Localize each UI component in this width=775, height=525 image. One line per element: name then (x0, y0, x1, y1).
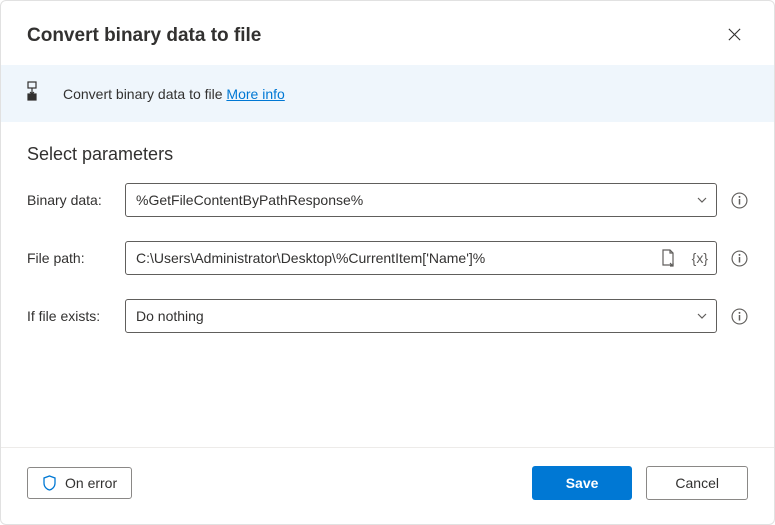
banner-desc: Convert binary data to file (63, 86, 223, 102)
chevron-down-icon[interactable] (688, 300, 716, 332)
file-path-row: File path: {x} (27, 241, 748, 275)
binary-data-input-wrap[interactable] (125, 183, 717, 217)
close-icon (727, 27, 742, 42)
dialog-header: Convert binary data to file (1, 1, 774, 65)
more-info-link[interactable]: More info (226, 86, 284, 102)
footer-buttons: Save Cancel (532, 466, 748, 500)
save-button[interactable]: Save (532, 466, 633, 500)
info-icon[interactable] (731, 250, 748, 267)
banner-text: Convert binary data to file More info (63, 86, 285, 102)
file-path-input[interactable] (126, 244, 652, 272)
if-file-exists-label: If file exists: (27, 308, 117, 324)
if-file-exists-row: If file exists: (27, 299, 748, 333)
if-file-exists-select-wrap[interactable] (125, 299, 717, 333)
content-area: Select parameters Binary data: File path… (1, 122, 774, 447)
file-path-input-wrap[interactable]: {x} (125, 241, 717, 275)
chevron-down-icon[interactable] (688, 184, 716, 216)
dialog-title: Convert binary data to file (27, 25, 261, 47)
binary-data-label: Binary data: (27, 192, 117, 208)
info-banner: Convert binary data to file More info (1, 65, 774, 122)
on-error-button[interactable]: On error (27, 467, 132, 499)
binary-data-row: Binary data: (27, 183, 748, 217)
if-file-exists-select[interactable] (126, 302, 688, 330)
info-icon[interactable] (731, 308, 748, 325)
file-path-label: File path: (27, 250, 117, 266)
dialog-footer: On error Save Cancel (1, 447, 774, 524)
shield-icon (42, 475, 57, 491)
binary-data-input[interactable] (126, 186, 688, 214)
convert-file-icon (27, 81, 45, 106)
close-button[interactable] (721, 21, 748, 51)
on-error-label: On error (65, 475, 117, 491)
info-icon[interactable] (731, 192, 748, 209)
cancel-button[interactable]: Cancel (646, 466, 748, 500)
variable-icon[interactable]: {x} (684, 242, 716, 274)
file-picker-icon[interactable] (652, 242, 684, 274)
section-title: Select parameters (27, 144, 748, 165)
